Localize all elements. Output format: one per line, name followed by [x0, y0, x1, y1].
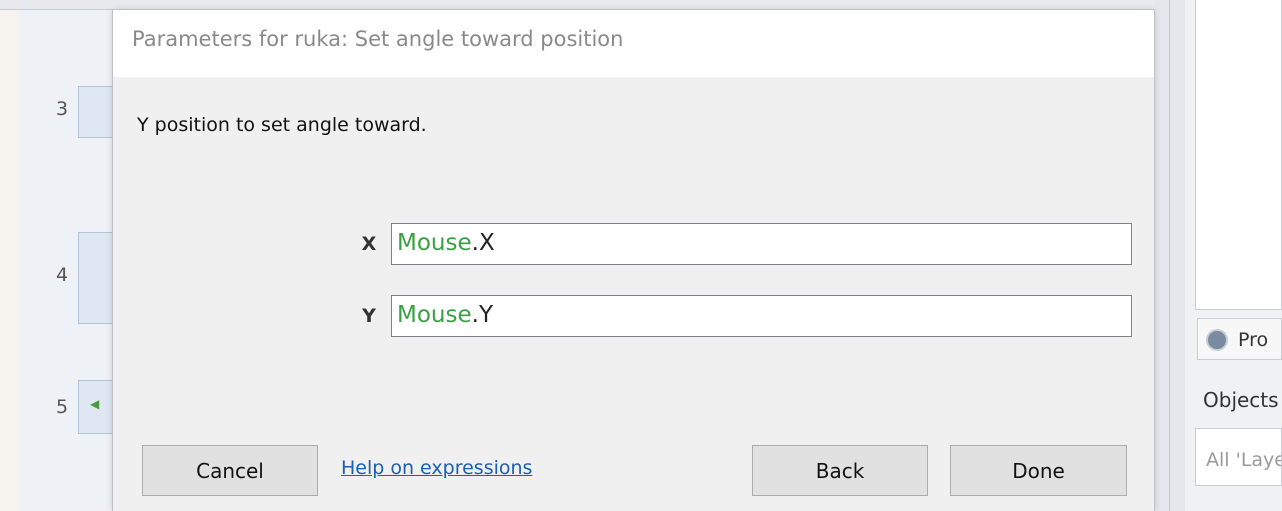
tab-properties[interactable]: Pro: [1197, 318, 1282, 360]
back-button[interactable]: Back: [752, 445, 928, 496]
panel-splitter[interactable]: [1155, 0, 1185, 511]
event-row-number: 5: [55, 396, 69, 418]
expression-object: Mouse: [397, 230, 472, 256]
event-row-number: 3: [55, 98, 69, 120]
y-expression-input[interactable]: Mouse.Y: [391, 295, 1132, 337]
objects-section-title: Objects: [1203, 388, 1279, 412]
gear-icon: [1206, 329, 1228, 351]
param-label-x: X: [361, 233, 377, 255]
parameters-dialog: Parameters for ruka: Set angle toward po…: [112, 10, 1155, 511]
tab-properties-label: Pro: [1238, 329, 1269, 351]
event-row-number: 4: [55, 264, 69, 286]
cancel-button[interactable]: Cancel: [142, 445, 318, 496]
expression-object: Mouse: [397, 302, 472, 328]
speaker-icon: ◀: [90, 397, 100, 411]
parameter-description: Y position to set angle toward.: [137, 114, 427, 136]
param-label-y: Y: [362, 305, 376, 327]
dialog-title: Parameters for ruka: Set angle toward po…: [132, 27, 624, 51]
done-button[interactable]: Done: [950, 445, 1127, 496]
editor-top-bar: [0, 0, 1282, 10]
x-expression-input[interactable]: Mouse.X: [391, 223, 1132, 265]
properties-area: [1195, 0, 1282, 310]
objects-filter-input[interactable]: All 'Layers': [1195, 428, 1282, 486]
help-on-expressions-link[interactable]: Help on expressions: [341, 457, 532, 479]
right-panel: Pro Objects All 'Layers': [1185, 0, 1282, 511]
expression-member: .Y: [471, 302, 494, 328]
dialog-titlebar: Parameters for ruka: Set angle toward po…: [113, 10, 1154, 77]
event-row-block[interactable]: [78, 232, 116, 324]
expression-member: .X: [471, 230, 495, 256]
event-row-block[interactable]: [78, 86, 116, 138]
